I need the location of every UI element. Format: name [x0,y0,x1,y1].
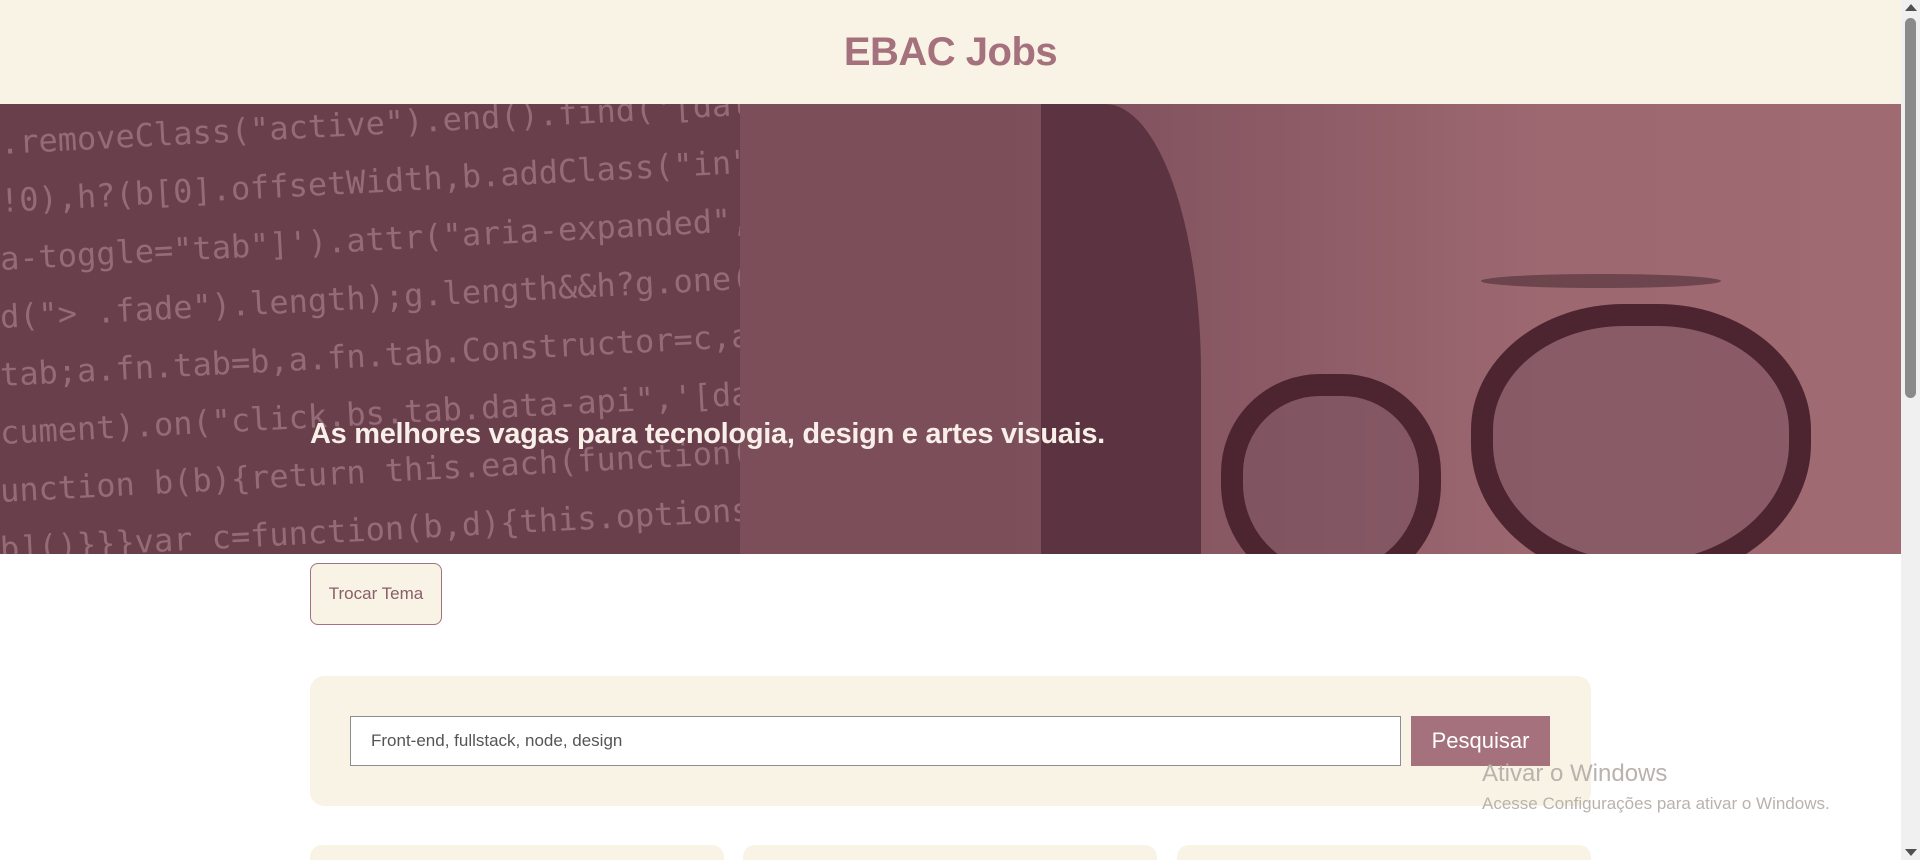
site-header: EBAC Jobs [0,0,1901,104]
scroll-up-icon[interactable] [1905,4,1917,11]
search-button[interactable]: Pesquisar [1411,716,1550,766]
search-input[interactable] [350,716,1401,766]
hero-title: As melhores vagas para tecnologia, desig… [310,418,1105,450]
hero-face-image [1001,104,1901,554]
search-panel: Pesquisar [310,676,1591,806]
page-scrollbar[interactable] [1901,0,1920,860]
hero-glasses-right [1471,304,1811,554]
watermark-title: Ativar o Windows [1482,760,1668,787]
site-title: EBAC Jobs [843,29,1058,74]
windows-activation-watermark: Ativar o Windows Acesse Configurações pa… [1482,760,1830,814]
hero-hair-shape [1041,104,1201,554]
job-card[interactable] [310,845,724,860]
watermark-subtitle: Acesse Configurações para ativar o Windo… [1482,794,1830,813]
job-card[interactable] [1177,845,1591,860]
scroll-thumb[interactable] [1905,18,1916,398]
hero-glasses-left [1221,374,1441,554]
hero-brow-shape [1481,274,1721,288]
toggle-theme-button[interactable]: Trocar Tema [310,563,442,625]
hero-code-image: .removeClass("active").end().find('[data… [0,104,740,554]
job-card[interactable] [743,845,1157,860]
hero-banner: .removeClass("active").end().find('[data… [0,104,1901,554]
scroll-down-icon[interactable] [1905,849,1917,856]
